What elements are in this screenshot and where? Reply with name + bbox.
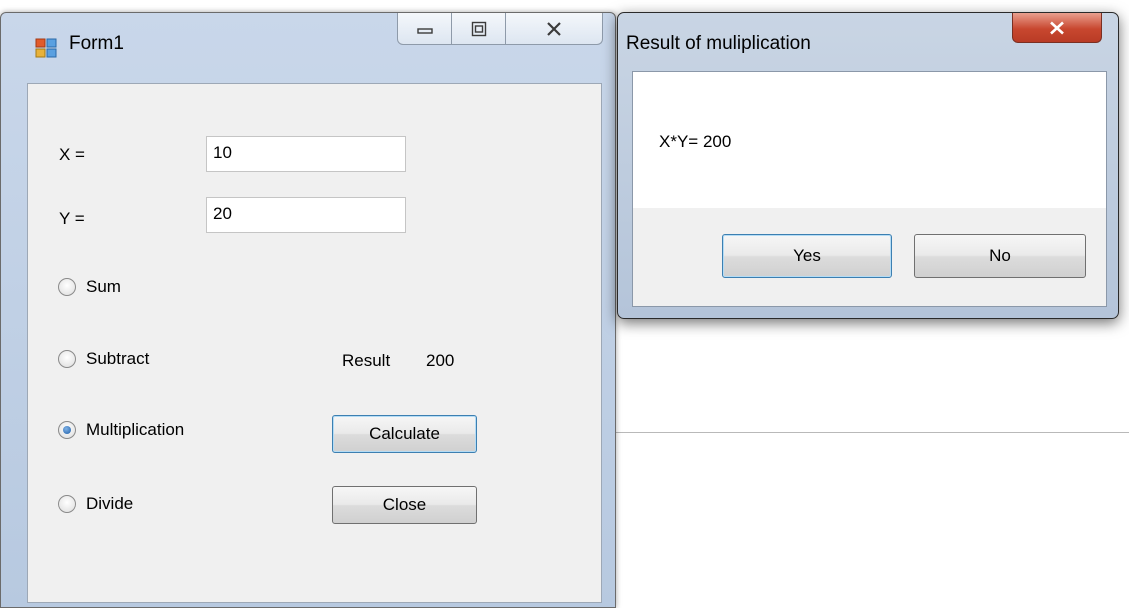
caption-buttons (397, 13, 603, 45)
calculate-button[interactable]: Calculate (332, 415, 477, 453)
radio-button-checked-icon (58, 421, 76, 439)
window-title: Form1 (69, 33, 124, 54)
minimize-button[interactable] (398, 13, 452, 44)
result-label: Result (342, 351, 391, 370)
form1-window: Form1 X = 10 Y = 20 Sum Subtract Multipl… (0, 12, 616, 608)
dialog-content-panel: X*Y= 200 (633, 72, 1106, 208)
yes-button[interactable]: Yes (722, 234, 892, 278)
background-line (612, 432, 1129, 433)
close-icon (547, 21, 561, 36)
radio-label: Divide (86, 494, 134, 513)
x-input[interactable]: 10 (206, 136, 406, 172)
close-button[interactable]: Close (332, 486, 477, 524)
no-button[interactable]: No (914, 234, 1086, 278)
radio-button-icon (58, 278, 76, 296)
y-label: Y = (59, 209, 85, 228)
dialog-body: X*Y= 200 Yes No (632, 71, 1107, 307)
dialog-close-button[interactable] (1012, 13, 1102, 43)
form-client-area: X = 10 Y = 20 Sum Subtract Multiplicatio… (27, 83, 602, 603)
close-window-button[interactable] (506, 13, 602, 44)
radio-label: Subtract (86, 349, 150, 368)
result-value: 200 (426, 351, 455, 370)
y-input[interactable]: 20 (206, 197, 406, 233)
close-icon (1050, 21, 1064, 34)
radio-label: Multiplication (86, 420, 185, 439)
restore-button[interactable] (452, 13, 506, 44)
radio-button-icon (58, 350, 76, 368)
radio-subtract[interactable]: Subtract (58, 349, 149, 369)
radio-divide[interactable]: Divide (58, 494, 133, 514)
app-icon (35, 38, 57, 58)
message-box: Result of muliplication X*Y= 200 Yes No (617, 12, 1119, 319)
restore-icon (471, 21, 486, 36)
dialog-title: Result of muliplication (626, 33, 811, 54)
x-label: X = (59, 145, 85, 164)
radio-button-icon (58, 495, 76, 513)
radio-sum[interactable]: Sum (58, 277, 121, 297)
minimize-icon (416, 27, 433, 34)
dialog-message: X*Y= 200 (659, 132, 732, 151)
radio-multiplication[interactable]: Multiplication (58, 420, 184, 440)
radio-label: Sum (86, 277, 121, 296)
